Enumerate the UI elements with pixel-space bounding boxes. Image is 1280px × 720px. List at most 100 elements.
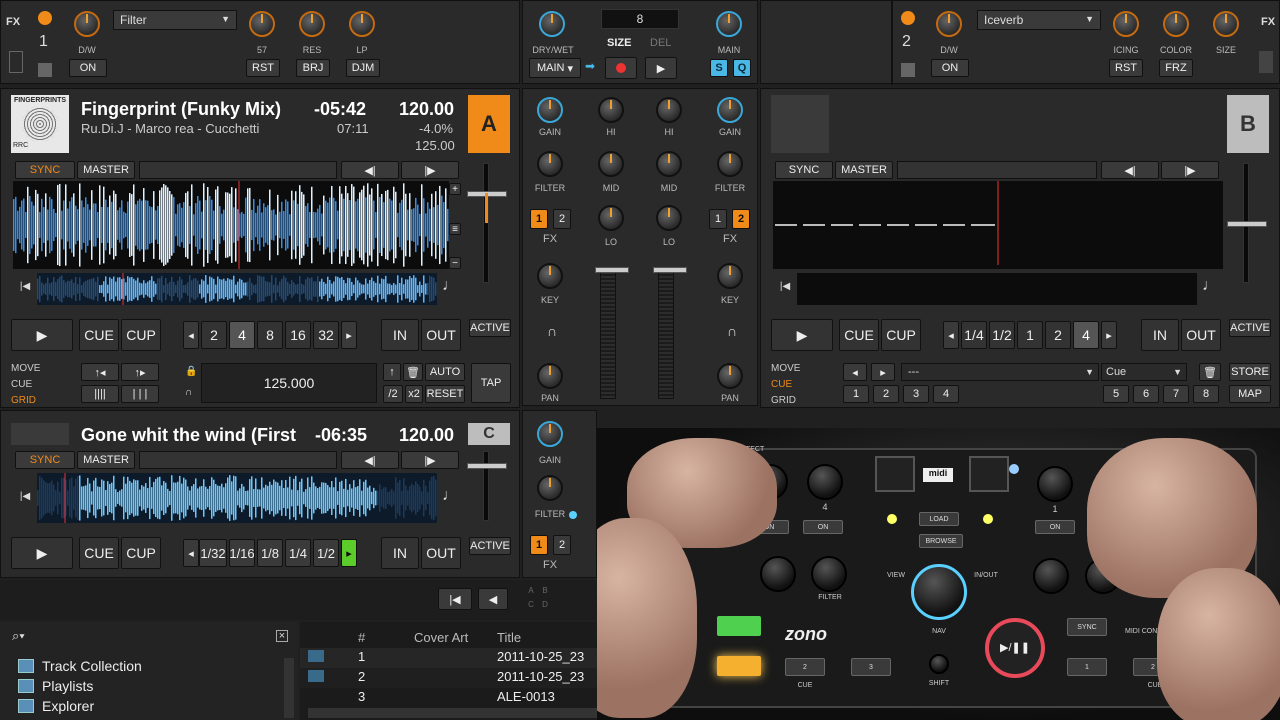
fx2-frz-button[interactable]: FRZ [1159, 59, 1193, 77]
master-dry-wet-knob[interactable] [539, 11, 565, 37]
music-note-icon[interactable]: ♩ [439, 473, 461, 523]
reset-button[interactable]: RESET [425, 385, 465, 403]
mixer-b-pan-knob[interactable] [717, 363, 743, 389]
deck-b-tempo-cap[interactable] [1227, 221, 1267, 227]
col-header-cover[interactable]: Cover Art [414, 630, 468, 645]
fx2-dry-wet-knob[interactable] [936, 11, 962, 37]
channel-b-fader[interactable] [653, 267, 687, 273]
grid-expand[interactable]: | | | [121, 385, 159, 403]
horizontal-scrollbar[interactable] [308, 708, 597, 718]
mode-cue[interactable]: CUE [11, 379, 32, 390]
deck-target-a[interactable]: A [524, 586, 538, 600]
deck-c-cue-button[interactable]: CUE [79, 537, 119, 569]
deck-a-loop-out[interactable]: OUT [421, 319, 461, 351]
close-icon[interactable]: × [276, 630, 288, 642]
mixer-b-key-knob[interactable] [717, 263, 743, 289]
browser-prev-button[interactable]: |◀ [438, 588, 472, 610]
mode-move[interactable]: MOVE [771, 363, 800, 374]
hotcue-7[interactable]: 7 [1163, 385, 1189, 403]
fx1-effect-select[interactable]: Filter ▼ [113, 10, 237, 30]
deck-target-d[interactable]: D [538, 600, 552, 614]
deck-b-active-button[interactable]: ACTIVE [1229, 319, 1271, 337]
headphones-icon[interactable]: ∩ [541, 323, 563, 341]
deck-target-selector[interactable]: AB CD [524, 586, 552, 614]
fx2-effect-select[interactable]: Iceverb ▼ [977, 10, 1101, 30]
play-button-master[interactable]: ▶ [645, 57, 677, 79]
grid-marker-set[interactable]: ↑ [383, 363, 401, 381]
loop-size-5[interactable]: 1/2 [313, 539, 339, 567]
deck-c-master-button[interactable]: MASTER [77, 451, 135, 469]
deck-a-stripe[interactable] [37, 273, 437, 305]
grid-compress[interactable]: |||| [81, 385, 119, 403]
loop-size-prev[interactable]: ◂ [943, 321, 959, 349]
search-icon[interactable]: ⌕▾ [12, 628, 25, 644]
mixer-b-filter-knob[interactable] [717, 151, 743, 177]
trash-icon[interactable]: 🗑 [403, 363, 423, 381]
deck-c-loop-in[interactable]: IN [381, 537, 419, 569]
scroll-handle[interactable] [1259, 51, 1273, 73]
deck-a-sync-button[interactable]: SYNC [15, 161, 75, 179]
deck-c-back-to-start[interactable]: |◀ [15, 473, 35, 523]
hotcue-5[interactable]: 5 [1103, 385, 1129, 403]
mixer-b-lo-knob[interactable] [656, 205, 682, 231]
deck-target-b[interactable]: B [538, 586, 552, 600]
deck-a-active-button[interactable]: ACTIVE [469, 319, 511, 337]
deck-b-back-to-start[interactable]: |◀ [775, 273, 795, 305]
mode-grid[interactable]: GRID [771, 395, 796, 406]
fx2-rst-button[interactable]: RST [1109, 59, 1143, 77]
loop-size-3[interactable]: 1 [1017, 321, 1043, 349]
mixer-c-fx1[interactable]: 1 [530, 535, 548, 555]
mixer-a-filter-knob[interactable] [537, 151, 563, 177]
mixer-a-gain-knob[interactable] [537, 97, 563, 123]
loop-size-prev[interactable]: ◂ [183, 321, 199, 349]
loop-size-5[interactable]: 32 [313, 321, 339, 349]
mixer-c-gain-knob[interactable] [537, 421, 563, 447]
deck-a-play-button[interactable]: ▶ [11, 319, 73, 351]
channel-a-fader[interactable] [595, 267, 629, 273]
fx2-on-button[interactable]: ON [931, 59, 969, 77]
loop-size-4[interactable]: 1/4 [285, 539, 311, 567]
deck-a-back-to-start[interactable]: |◀ [15, 273, 35, 305]
fx1-dry-wet-knob[interactable] [74, 11, 100, 37]
loop-size-4[interactable]: 16 [285, 321, 311, 349]
fx2-param3-knob[interactable] [1213, 11, 1239, 37]
col-header-title[interactable]: Title [497, 630, 521, 645]
headphones-icon[interactable]: ∩ [721, 323, 743, 341]
loop-size-1[interactable]: 2 [201, 321, 227, 349]
browser-back-button[interactable]: ◀ [478, 588, 508, 610]
deck-b-cue-button[interactable]: CUE [839, 319, 879, 351]
deck-c-letter[interactable]: C [468, 423, 510, 445]
cue-name-field[interactable]: --- ▼ [901, 363, 1099, 381]
deck-a-waveform[interactable] [13, 181, 449, 269]
cue-prev[interactable]: ◂ [843, 363, 867, 381]
deck-b-letter[interactable]: B [1227, 95, 1269, 153]
headphones-icon[interactable]: ∩ [185, 387, 192, 398]
deck-a-tempo-fader[interactable] [483, 163, 489, 283]
save-icon[interactable] [38, 63, 52, 77]
fx1-brj-button[interactable]: BRJ [296, 59, 330, 77]
mixer-b-gain-knob[interactable] [717, 97, 743, 123]
loop-size-2[interactable]: 1/16 [229, 539, 255, 567]
fx2-param1-knob[interactable] [1113, 11, 1139, 37]
deck-b-cup-button[interactable]: CUP [881, 319, 921, 351]
deck-a-beatjump-forward[interactable]: |▶ [401, 161, 459, 179]
mixer-b-hi-knob[interactable] [656, 97, 682, 123]
loop-size-4[interactable]: 2 [1045, 321, 1071, 349]
loop-size-next[interactable]: ▸ [341, 321, 357, 349]
deck-c-play-button[interactable]: ▶ [11, 537, 73, 569]
deck-a-grid-bpm[interactable]: 125.000 [201, 363, 377, 403]
mixer-c-fx2[interactable]: 2 [553, 535, 571, 555]
mixer-a-key-knob[interactable] [537, 263, 563, 289]
mode-cue[interactable]: CUE [771, 379, 792, 390]
deck-c-stripe[interactable] [37, 473, 437, 523]
deck-b-loop-out[interactable]: OUT [1181, 319, 1221, 351]
deck-target-c[interactable]: C [524, 600, 538, 614]
cue-type-select[interactable]: Cue ▼ [1101, 363, 1187, 381]
deck-a-cue-button[interactable]: CUE [79, 319, 119, 351]
quantize-button[interactable]: Q [733, 59, 751, 77]
tap-button[interactable]: TAP [471, 363, 511, 403]
fx1-param3-knob[interactable] [349, 11, 375, 37]
loop-size-2[interactable]: 1/2 [989, 321, 1015, 349]
double-bpm-button[interactable]: x2 [405, 385, 423, 403]
deck-a-master-button[interactable]: MASTER [77, 161, 135, 179]
